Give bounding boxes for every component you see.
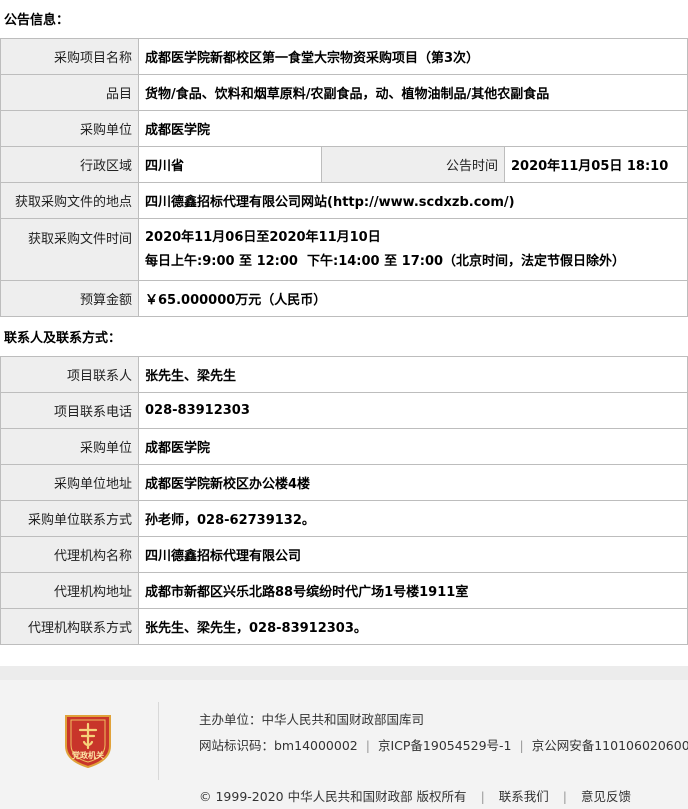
footer-divider-band (0, 666, 688, 680)
label-purchaser: 采购单位 (0, 110, 139, 147)
label-project-contact: 项目联系人 (0, 356, 139, 393)
value-project-name: 成都医学院新都校区第一食堂大宗物资采购项目（第3次） (138, 38, 688, 75)
table-row: 采购单位 成都医学院 (0, 428, 688, 465)
table-row: 代理机构联系方式 张先生、梁先生，028-83912303。 (0, 608, 688, 645)
doc-time-dates: 2020年11月06日至2020年11月10日 (145, 229, 381, 245)
label-project-phone: 项目联系电话 (0, 392, 139, 429)
site-footer: 党政机关 主办单位：中华人民共和国财政部国库司 网站标识码：bm14000002… (0, 680, 688, 809)
footer-feedback-link[interactable]: 意见反馈 (581, 789, 631, 804)
footer-vertical-divider (158, 702, 159, 780)
footer-police-link[interactable]: 京公网安备11010602060068号 (532, 738, 688, 753)
footer-sponsor: 主办单位：中华人民共和国财政部国库司 (199, 712, 425, 727)
value-purchaser-contact: 孙老师，028-62739132。 (138, 500, 688, 537)
label-purchaser-contact: 采购单位联系方式 (0, 500, 139, 537)
section-title-contacts: 联系人及联系方式： (4, 331, 122, 346)
footer-separator: | (519, 738, 524, 753)
table-row: 项目联系人 张先生、梁先生 (0, 356, 688, 393)
contacts-info-table: 项目联系人 张先生、梁先生 项目联系电话 028-83912303 采购单位 成… (0, 356, 688, 645)
value-agency-contact: 张先生、梁先生，028-83912303。 (138, 608, 688, 645)
table-row: 预算金额 ￥65.000000万元（人民币） (0, 280, 688, 317)
footer-separator: | (480, 789, 485, 804)
label-region: 行政区域 (0, 146, 139, 183)
label-agency-address: 代理机构地址 (0, 572, 139, 609)
label-agency-contact: 代理机构联系方式 (0, 608, 139, 645)
section-title-announcement: 公告信息： (4, 13, 70, 28)
footer-copyright: © 1999-2020 中华人民共和国财政部 版权所有 (199, 789, 467, 804)
table-row: 获取采购文件时间 2020年11月06日至2020年11月10日 每日上午:9:… (0, 218, 688, 281)
table-row: 项目联系电话 028-83912303 (0, 392, 688, 429)
footer-separator: | (365, 738, 370, 753)
footer-icp-link[interactable]: 京ICP备19054529号-1 (378, 738, 512, 753)
emblem-caption: 党政机关 (72, 750, 104, 760)
table-row: 代理机构名称 四川德鑫招标代理有限公司 (0, 536, 688, 573)
table-row: 采购单位联系方式 孙老师，028-62739132。 (0, 500, 688, 537)
label-doc-location: 获取采购文件的地点 (0, 182, 139, 219)
table-row: 品目 货物/食品、饮料和烟草原料/农副食品，动、植物油制品/其他农副食品 (0, 74, 688, 111)
value-agency-name: 四川德鑫招标代理有限公司 (138, 536, 688, 573)
value-doc-location: 四川德鑫招标代理有限公司网站(http://www.scdxzb.com/) (138, 182, 688, 219)
label-purchaser-address: 采购单位地址 (0, 464, 139, 501)
table-row: 获取采购文件的地点 四川德鑫招标代理有限公司网站(http://www.scdx… (0, 182, 688, 219)
value-purchaser-2: 成都医学院 (138, 428, 688, 465)
value-agency-address: 成都市新都区兴乐北路88号缤纷时代广场1号楼1911室 (138, 572, 688, 609)
footer-contact-link[interactable]: 联系我们 (499, 789, 549, 804)
value-purchaser-address: 成都医学院新校区办公楼4楼 (138, 464, 688, 501)
value-region: 四川省 (138, 146, 322, 183)
table-row: 代理机构地址 成都市新都区兴乐北路88号缤纷时代广场1号楼1911室 (0, 572, 688, 609)
table-row: 行政区域 四川省 公告时间 2020年11月05日 18:10 (0, 146, 688, 183)
label-project-name: 采购项目名称 (0, 38, 139, 75)
value-doc-time: 2020年11月06日至2020年11月10日 每日上午:9:00 至 12:0… (138, 218, 688, 281)
footer-registration-line: 网站标识码：bm14000002 | 京ICP备19054529号-1 | 京公网安备1… (199, 735, 688, 754)
value-project-phone: 028-83912303 (138, 392, 688, 429)
table-row: 采购项目名称 成都医学院新都校区第一食堂大宗物资采购项目（第3次） (0, 38, 688, 75)
value-announce-time: 2020年11月05日 18:10 (504, 146, 688, 183)
value-budget: ￥65.000000万元（人民币） (138, 280, 688, 317)
table-row: 采购单位地址 成都医学院新校区办公楼4楼 (0, 464, 688, 501)
doc-time-hours: 每日上午:9:00 至 12:00 下午:14:00 至 17:00（北京时间，… (145, 253, 626, 269)
label-budget: 预算金额 (0, 280, 139, 317)
label-announce-time: 公告时间 (321, 146, 505, 183)
footer-copyright-line: © 1999-2020 中华人民共和国财政部 版权所有 | 联系我们 | 意见反馈 (199, 786, 631, 805)
announcement-info-table: 采购项目名称 成都医学院新都校区第一食堂大宗物资采购项目（第3次） 品目 货物/… (0, 38, 688, 317)
label-purchaser-2: 采购单位 (0, 428, 139, 465)
label-category: 品目 (0, 74, 139, 111)
label-doc-time: 获取采购文件时间 (0, 218, 139, 281)
value-project-contact: 张先生、梁先生 (138, 356, 688, 393)
label-agency-name: 代理机构名称 (0, 536, 139, 573)
value-purchaser: 成都医学院 (138, 110, 688, 147)
table-row: 采购单位 成都医学院 (0, 110, 688, 147)
footer-site-id: 网站标识码：bm14000002 (199, 738, 358, 753)
footer-separator: | (562, 789, 568, 804)
value-category: 货物/食品、饮料和烟草原料/农副食品，动、植物油制品/其他农副食品 (138, 74, 688, 111)
party-government-emblem-icon: 党政机关 (65, 715, 111, 768)
